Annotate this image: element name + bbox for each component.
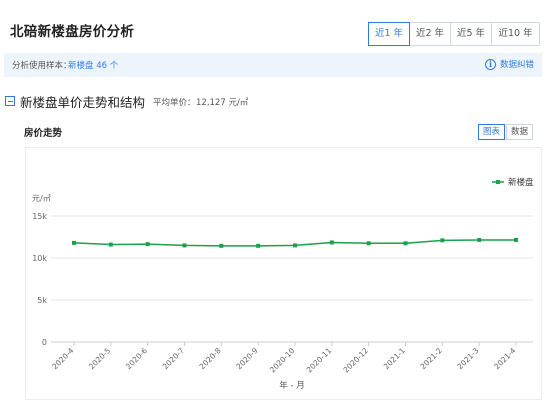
period-5y-button[interactable]: 近5 年 — [450, 23, 491, 45]
x-tick-label: 2020-7 — [161, 346, 186, 371]
chart-svg: 0 5k 10k 15k 元/㎡ 2020-4 2020-5 2020-6 2020-7 2020… — [32, 177, 534, 391]
data-point — [293, 243, 297, 248]
x-tick-label: 2020-10 — [268, 346, 297, 375]
x-tick-label: 2020-4 — [50, 346, 75, 371]
data-point — [440, 238, 445, 243]
data-point — [256, 243, 261, 248]
sample-label: 分析使用样本： — [12, 61, 72, 71]
info-icon: i — [484, 58, 496, 70]
page-title: 北碚新楼盘房价分析 — [10, 24, 135, 40]
x-tick-label: 2020-11 — [305, 346, 334, 375]
x-tick-label: 2020-5 — [87, 346, 112, 371]
section-title: 新楼盘单价走势和结构 — [20, 95, 146, 110]
data-point — [329, 240, 334, 245]
y-axis-label: 元/㎡ — [32, 194, 51, 203]
data-point — [403, 241, 408, 246]
y-tick-label: 10k — [32, 254, 47, 263]
x-axis-label: 年 - 月 — [279, 380, 304, 391]
data-point — [366, 241, 371, 246]
data-view-button[interactable]: 数据 — [506, 124, 534, 140]
y-tick-label: 0 — [42, 338, 47, 347]
x-tick-label: 2020-9 — [234, 346, 259, 371]
data-point — [477, 237, 482, 242]
data-point — [145, 242, 150, 247]
y-tick-label: 5k — [37, 296, 47, 305]
collapse-icon[interactable] — [5, 96, 15, 106]
sample-value: 新楼盘 46 个 — [68, 61, 119, 71]
legend-marker — [496, 180, 500, 184]
avg-price-label: 平均单价： — [153, 98, 196, 108]
chart-view-button[interactable]: 图表 — [478, 124, 506, 140]
data-point — [514, 237, 518, 242]
data-feedback-label: 数据纠错 — [499, 60, 534, 70]
data-point — [182, 243, 187, 248]
x-tick-label: 2020-12 — [342, 346, 371, 375]
period-2y-button[interactable]: 近2 年 — [409, 23, 450, 45]
period-10y-button[interactable]: 近10 年 — [491, 23, 539, 45]
avg-price-value: 12,127 元/㎡ — [196, 98, 249, 108]
x-tick-label: 2021-4 — [492, 346, 517, 371]
period-1y-button[interactable]: 近1 年 — [368, 22, 410, 46]
data-point — [219, 243, 224, 248]
x-tick-label: 2021-1 — [382, 346, 407, 371]
period-selector: 近1 年 近2 年 近5 年 近10 年 — [368, 22, 540, 46]
legend-label: 新楼盘 — [508, 177, 534, 188]
trend-title: 房价走势 — [24, 128, 63, 139]
view-toggle: 图表 数据 — [478, 124, 534, 140]
price-trend-chart: 0 5k 10k 15k 元/㎡ 2020-4 2020-5 2020-6 2020-7 2020… — [25, 147, 542, 400]
x-tick-label: 2021-3 — [455, 346, 480, 371]
data-feedback-link[interactable]: i 数据纠错 — [484, 58, 534, 70]
x-tick-label: 2020-6 — [124, 346, 149, 371]
sample-info-bar: 分析使用样本： 新楼盘 46 个 i 数据纠错 — [4, 53, 542, 77]
y-tick-label: 15k — [32, 212, 47, 221]
x-tick-label: 2020-8 — [198, 346, 223, 371]
data-point — [72, 240, 76, 245]
data-point — [108, 242, 113, 247]
x-tick-label: 2021-2 — [419, 346, 444, 371]
